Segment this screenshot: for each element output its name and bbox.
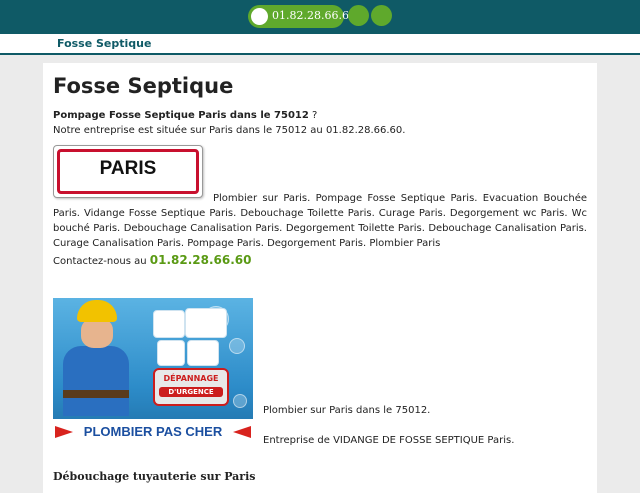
arrow-right-icon: [55, 426, 73, 438]
services-paragraph: Plombier sur Paris. Pompage Fosse Septiq…: [53, 191, 587, 251]
phone-button[interactable]: 01.82.28.66.60: [248, 5, 356, 28]
intro-suffix: ?: [308, 110, 318, 121]
nav-link-fosse-septique[interactable]: Fosse Septique: [57, 37, 151, 50]
section-heading: Débouchage tuyauterie sur Paris: [53, 470, 256, 483]
side-text-1: Plombier sur Paris dans le 75012.: [263, 405, 431, 416]
bathtub-tile: [185, 308, 227, 338]
top-bar: 01.82.28.66.60: [0, 0, 640, 34]
location-line: Notre entreprise est située sur Paris da…: [53, 125, 406, 136]
badge-line1: DÉPANNAGE: [163, 374, 219, 383]
bubble: [229, 338, 245, 354]
tool-belt: [63, 390, 129, 398]
banner-slogan: PLOMBIER PAS CHER: [83, 424, 223, 439]
page-title: Fosse Septique: [53, 74, 234, 98]
phone-icon: [251, 8, 268, 25]
menu-button[interactable]: [371, 5, 392, 26]
phone-number: 01.82.28.66.60: [272, 9, 356, 22]
sign-text: PARIS: [99, 158, 157, 179]
toilet-tile: [157, 340, 185, 366]
services-text: Plombier sur Paris. Pompage Fosse Septiq…: [53, 193, 587, 249]
plumber-face: [81, 318, 113, 348]
badge-line2: D'URGENCE: [159, 387, 223, 397]
emergency-badge: DÉPANNAGE D'URGENCE: [153, 368, 229, 406]
email-button[interactable]: [348, 5, 369, 26]
slogan-strip: PLOMBIER PAS CHER: [53, 419, 253, 446]
contact-line: Contactez-nous au 01.82.28.66.60: [53, 253, 251, 267]
bubble: [233, 394, 247, 408]
contact-prefix: Contactez-nous au: [53, 256, 150, 267]
nav-bar: Fosse Septique: [0, 34, 640, 55]
side-text-2: Entreprise de VIDANGE DE FOSSE SEPTIQUE …: [263, 435, 515, 446]
plumber-body: [63, 346, 129, 416]
intro-bold: Pompage Fosse Septique Paris dans le 750…: [53, 110, 309, 121]
intro-line: Pompage Fosse Septique Paris dans le 750…: [53, 110, 317, 121]
sink-tile: [187, 340, 219, 366]
plumber-banner-image: DÉPANNAGE D'URGENCE PLOMBIER PAS CHER: [53, 298, 253, 446]
contact-phone-link[interactable]: 01.82.28.66.60: [150, 253, 252, 267]
faucet-tile: [153, 310, 185, 338]
hard-hat-icon: [77, 300, 117, 322]
content-card: Fosse Septique Pompage Fosse Septique Pa…: [43, 63, 597, 493]
arrow-left-icon: [233, 426, 251, 438]
